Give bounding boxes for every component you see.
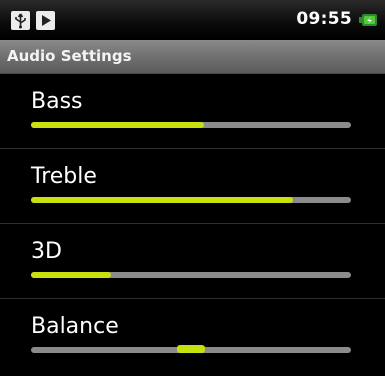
treble-slider[interactable]: [31, 197, 351, 203]
usb-icon: [11, 11, 30, 30]
page-title: Audio Settings: [7, 47, 132, 65]
title-bar: Audio Settings: [0, 40, 385, 74]
clock: 09:55: [296, 9, 352, 29]
slider-fill: [31, 197, 294, 203]
setting-label: Bass: [31, 89, 83, 114]
setting-label: Treble: [31, 164, 97, 189]
setting-label: Balance: [31, 314, 119, 339]
status-bar: 09:55: [0, 0, 385, 40]
setting-treble[interactable]: Treble: [0, 149, 385, 225]
bass-slider[interactable]: [31, 122, 351, 128]
setting-bass[interactable]: Bass: [0, 74, 385, 150]
setting-label: 3D: [31, 239, 62, 264]
slider-fill: [31, 122, 204, 128]
play-icon: [36, 11, 55, 30]
3d-slider[interactable]: [31, 272, 351, 278]
battery-charging-icon: [359, 12, 379, 28]
setting-balance[interactable]: Balance: [0, 299, 385, 375]
balance-slider[interactable]: [31, 345, 351, 353]
slider-thumb[interactable]: [177, 345, 205, 353]
slider-fill: [31, 272, 111, 278]
setting-3d[interactable]: 3D: [0, 224, 385, 300]
